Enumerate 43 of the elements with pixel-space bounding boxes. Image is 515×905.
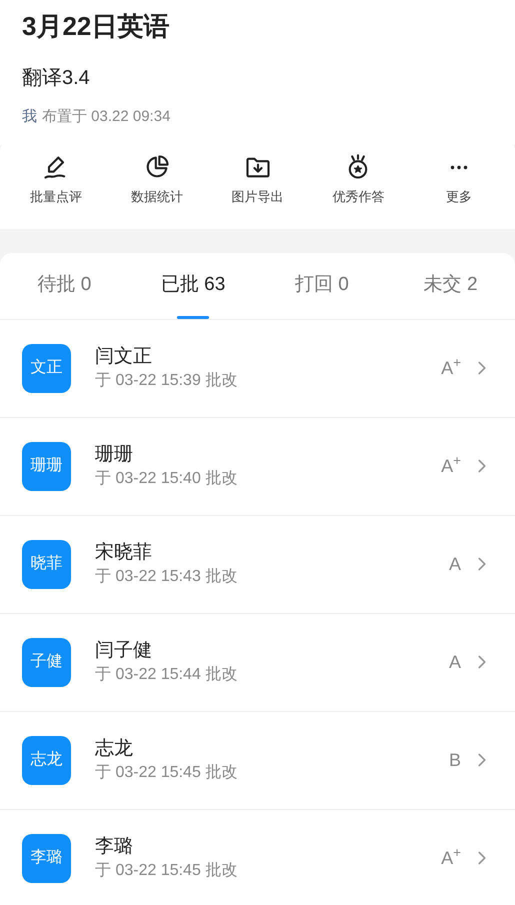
toolbar-button[interactable]: 更多	[411, 151, 507, 208]
student-name: 珊珊	[95, 443, 134, 467]
toolbar-button[interactable]: 数据统计	[108, 151, 205, 208]
review-time: 于 03-22 15:45 批改	[95, 861, 238, 881]
toolbar-button[interactable]: 图片导出	[210, 151, 306, 208]
grade: A$^{+}$	[441, 844, 461, 870]
grade: A$^{+}$	[441, 452, 461, 478]
avatar: 珊珊	[22, 442, 71, 490]
avatar: 志龙	[22, 736, 71, 784]
student-row[interactable]: 志龙 志龙 于 03-22 15:45 批改 B	[0, 712, 515, 810]
grade: B	[448, 748, 461, 772]
author-name: 我	[22, 107, 37, 127]
student-row[interactable]: 珊珊 珊珊 于 03-22 15:40 批改 A$^{+}$	[0, 418, 515, 516]
status-tab[interactable]: 待批 0	[0, 252, 129, 318]
student-name: 李璐	[95, 835, 134, 859]
review-time: 于 03-22 15:39 批改	[95, 371, 238, 391]
grade: A$^{+}$	[441, 354, 461, 380]
grade: A	[448, 650, 461, 674]
student-row[interactable]: 晓菲 宋晓菲 于 03-22 15:43 批改 A	[0, 516, 515, 614]
status-tab[interactable]: 未交 2	[386, 252, 515, 318]
status-tab[interactable]: 已批 63	[128, 252, 258, 318]
student-row[interactable]: 李璐 李璐 于 03-22 15:45 批改 A$^{+}$	[0, 810, 515, 905]
review-time: 于 03-22 15:40 批改	[95, 469, 238, 489]
review-time: 于 03-22 15:43 批改	[95, 567, 238, 587]
student-name: 闫文正	[95, 345, 153, 369]
review-time: 于 03-22 15:45 批改	[95, 763, 238, 783]
avatar: 文正	[22, 344, 71, 392]
review-time: 于 03-22 15:44 批改	[95, 665, 238, 685]
avatar: 晓菲	[22, 540, 71, 588]
status-tab[interactable]: 打回 0	[258, 252, 386, 318]
toolbar-button[interactable]: 优秀作答	[310, 151, 406, 208]
toolbar-button[interactable]: 批量点评	[8, 151, 104, 208]
page-title: 3月22日英语	[22, 10, 170, 43]
grade: A	[448, 552, 461, 576]
avatar: 子健	[22, 638, 71, 686]
student-name: 闫子健	[95, 639, 153, 663]
avatar: 李璐	[22, 834, 71, 882]
assigned-time: 布置于 03.22 09:34	[42, 107, 170, 127]
student-row[interactable]: 文正 闫文正 于 03-22 15:39 批改 A$^{+}$	[0, 320, 515, 418]
student-row[interactable]: 子健 闫子健 于 03-22 15:44 批改 A	[0, 614, 515, 712]
student-name: 宋晓菲	[95, 541, 153, 565]
assignment-name: 翻译3.4	[22, 66, 91, 91]
student-name: 志龙	[95, 737, 134, 761]
